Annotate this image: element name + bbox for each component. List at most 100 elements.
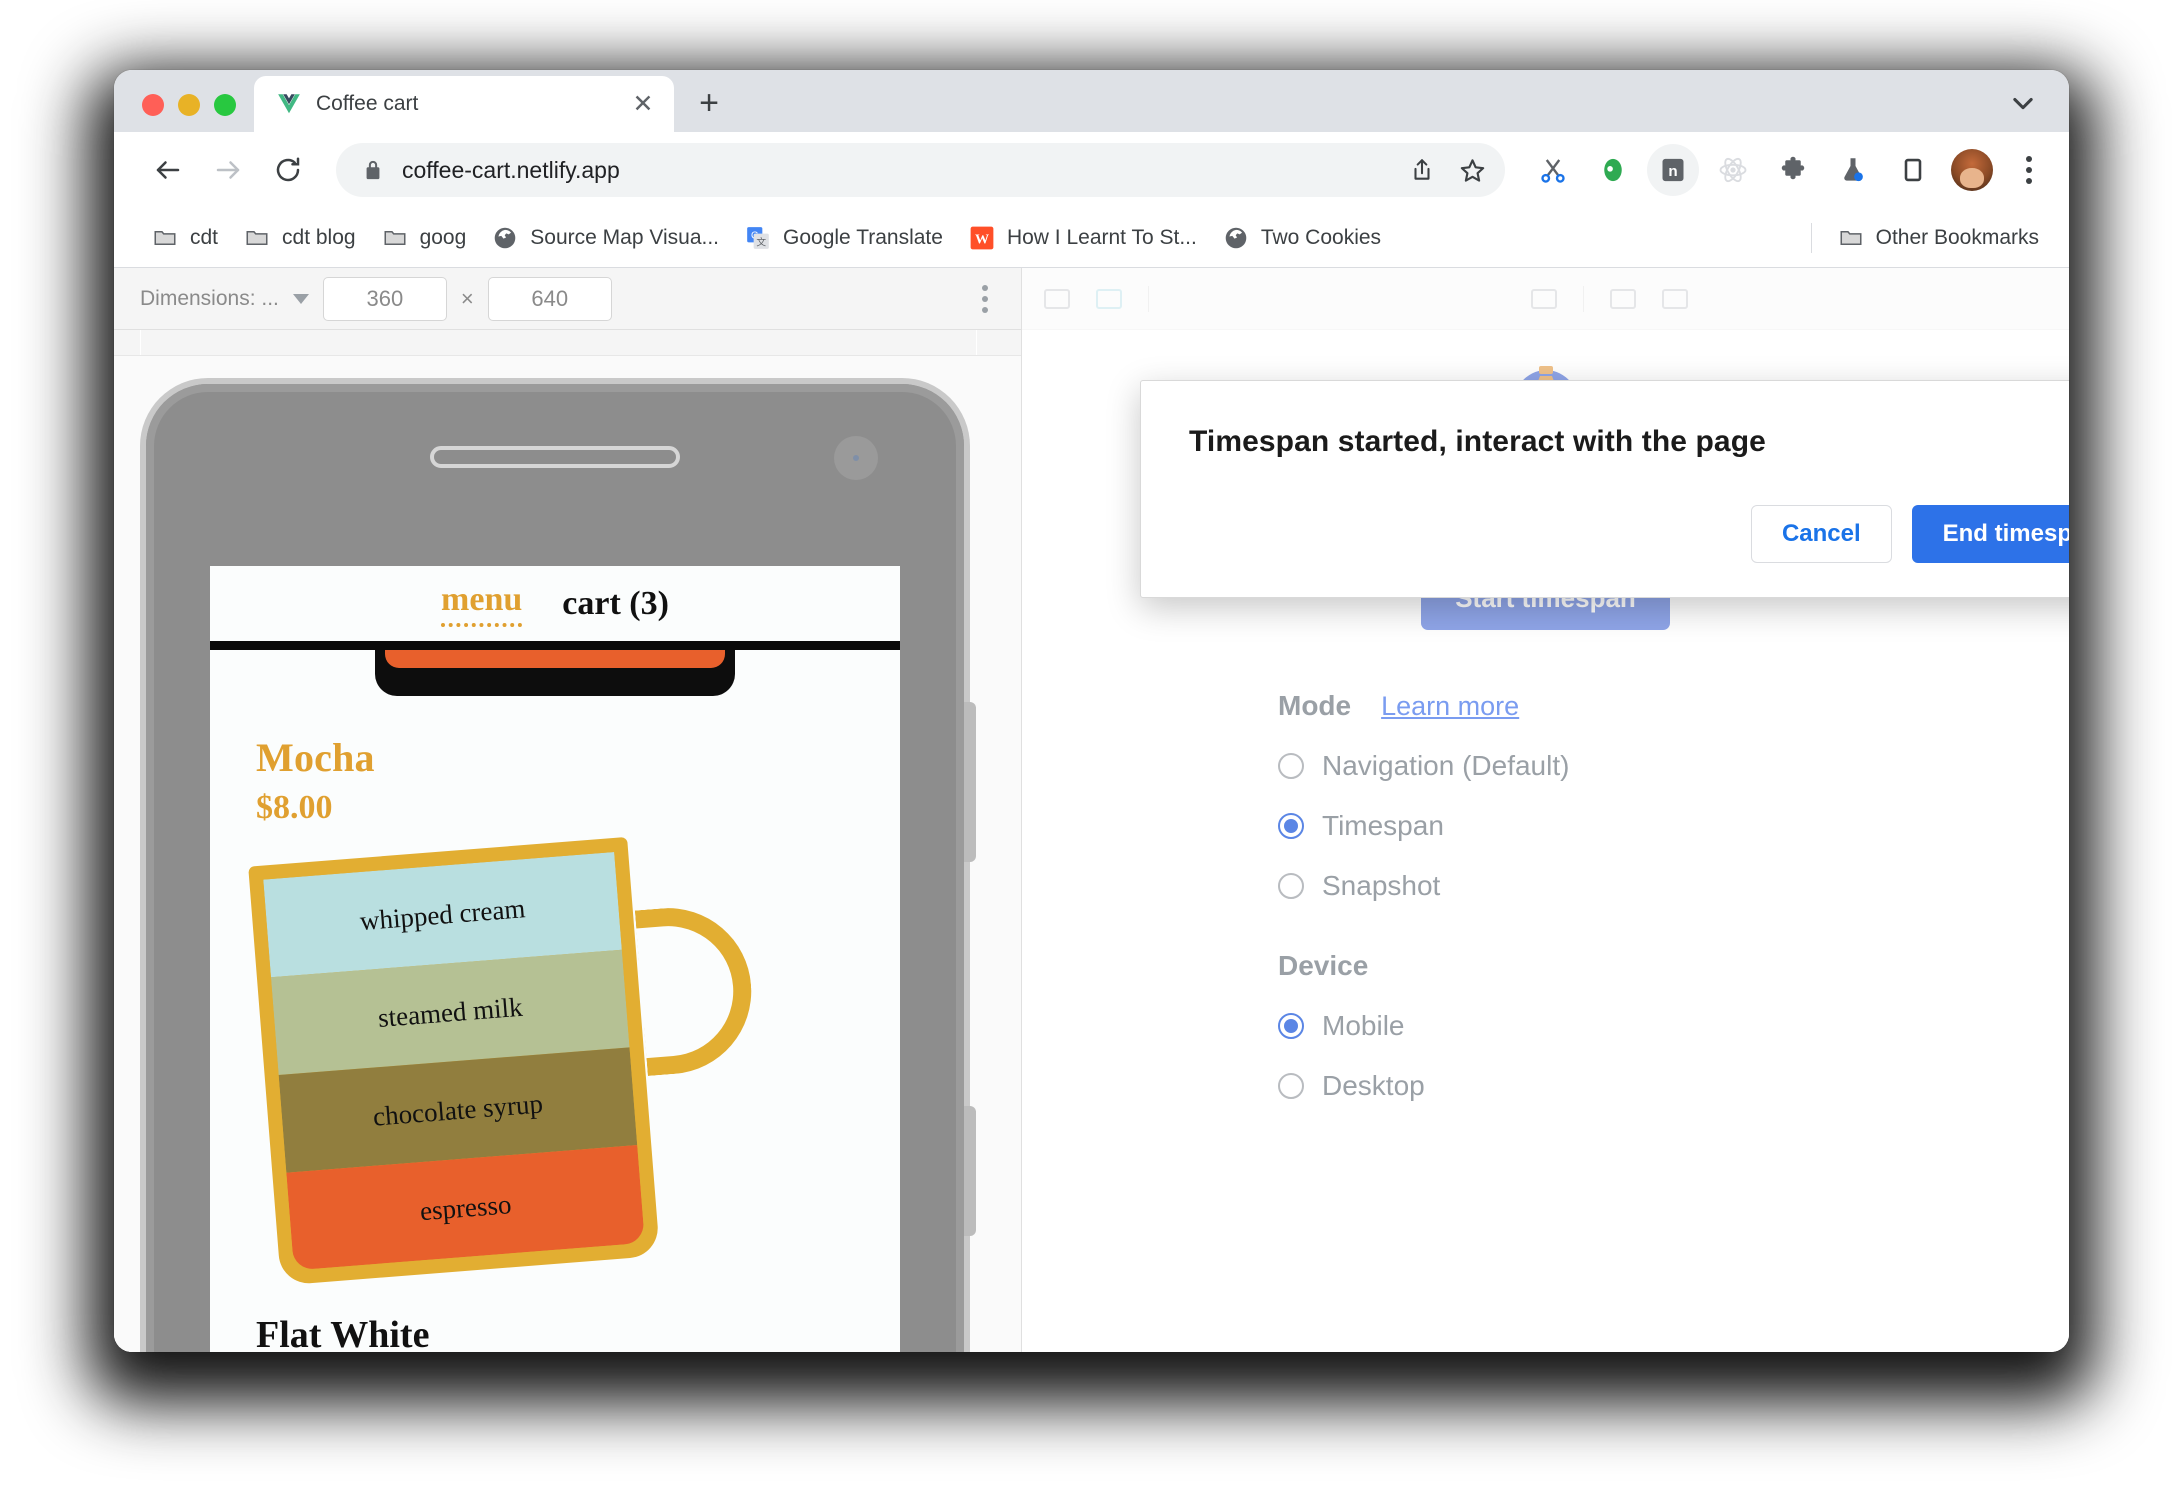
cup-body: whipped cream steamed milk chocolate syr… [248, 836, 660, 1286]
app-nav-menu-link[interactable]: menu [441, 581, 523, 627]
google-translate-icon: G 文 [745, 225, 771, 251]
radio-icon-selected[interactable] [1278, 813, 1304, 839]
window-controls [114, 94, 254, 132]
dimensions-label: Dimensions: ... [140, 286, 279, 310]
mode-option-label: Navigation (Default) [1322, 750, 1570, 781]
minimize-window-button[interactable] [178, 94, 200, 116]
zoom-window-button[interactable] [214, 94, 236, 116]
bookmarks-bar: cdt cdt blog goog Source Map Visua... 文 … [114, 208, 2069, 268]
mocha-cup-graphic[interactable]: whipped cream steamed milk chocolate syr… [248, 833, 758, 1286]
bookmark-cdt[interactable]: cdt [140, 219, 230, 257]
mode-option-timespan[interactable]: Timespan [1278, 796, 2069, 856]
product-name: Mocha [256, 735, 375, 780]
folder-icon [382, 225, 408, 251]
star-icon[interactable] [1447, 145, 1497, 195]
devtools-toolbar [1022, 268, 2069, 330]
bookmark-two-cookies[interactable]: Two Cookies [1211, 219, 1393, 257]
bookmark-source-map-visualizer[interactable]: Source Map Visua... [480, 219, 731, 257]
device-option-label: Desktop [1322, 1070, 1425, 1101]
dimensions-select[interactable]: Dimensions: ... [140, 287, 309, 311]
tab-title: Coffee cart [316, 92, 419, 115]
viewport-height-input[interactable]: 640 [487, 276, 612, 321]
reload-icon[interactable] [260, 142, 316, 198]
phone-power-button [964, 1106, 976, 1236]
mode-option-navigation[interactable]: Navigation (Default) [1278, 736, 2069, 796]
cup-layers: whipped cream steamed milk chocolate syr… [263, 851, 645, 1271]
bookmark-label: Source Map Visua... [530, 225, 720, 249]
bookmarks-divider [1810, 222, 1812, 253]
profile-avatar[interactable] [1951, 149, 1993, 191]
mode-learn-more-link[interactable]: Learn more [1381, 691, 1519, 722]
svg-text:W: W [975, 231, 989, 247]
bookmark-cdt-blog[interactable]: cdt blog [232, 219, 368, 257]
dimension-separator: × [460, 285, 474, 311]
device-option-desktop[interactable]: Desktop [1278, 1056, 2069, 1116]
bookmark-label: Other Bookmarks [1875, 225, 2039, 249]
mode-label: Mode [1278, 690, 1352, 721]
more-tools-icon[interactable] [1662, 288, 1688, 309]
toolbar-divider [1583, 285, 1584, 312]
devtools-tabs[interactable] [1175, 289, 1505, 309]
address-bar[interactable]: coffee-cart.netlify.app [336, 143, 1505, 197]
emulated-page: menu cart (3) Mocha $8.00 whipped cream … [210, 566, 900, 1352]
radio-icon[interactable] [1278, 753, 1304, 779]
cup-illustration-partial [375, 650, 735, 696]
notion-extension-icon[interactable]: n [1647, 144, 1699, 196]
device-option-mobile[interactable]: Mobile [1278, 996, 2069, 1056]
device-toolbar: Dimensions: ... 360 × 640 [114, 268, 1021, 330]
lighthouse-settings: Mode Learn more Navigation (Default) Tim… [1022, 690, 2069, 1116]
forward-arrow-icon[interactable] [200, 142, 256, 198]
phone-frame: menu cart (3) Mocha $8.00 whipped cream … [146, 384, 976, 1352]
chevron-down-icon[interactable] [1995, 76, 2051, 130]
caret-down-icon [292, 293, 309, 304]
inspect-element-icon[interactable] [1044, 288, 1070, 309]
flask-lab-extension-icon[interactable] [1827, 144, 1879, 196]
bookmark-how-i-learnt-to-st[interactable]: W How I Learnt To St... [957, 219, 1209, 257]
radio-icon[interactable] [1278, 873, 1304, 899]
end-timespan-button[interactable]: End timespan [1911, 505, 2069, 563]
new-tab-button[interactable]: + [682, 76, 736, 130]
tab-coffee-cart[interactable]: Coffee cart ✕ [254, 76, 674, 132]
browser-window: Coffee cart ✕ + coffee-cart.netlify.app … [114, 70, 2069, 1352]
bookmark-google-translate[interactable]: G 文 Google Translate [733, 219, 955, 257]
side-panel-icon[interactable] [1887, 144, 1939, 196]
radio-icon[interactable] [1278, 1073, 1304, 1099]
kebab-menu-icon[interactable] [2007, 144, 2051, 196]
bookmark-label: cdt [190, 225, 219, 249]
svg-text:n: n [1668, 163, 1677, 180]
settings-icon[interactable] [1531, 288, 1557, 309]
device-label: Device [1278, 950, 1369, 981]
back-arrow-icon[interactable] [140, 142, 196, 198]
bookmark-label: How I Learnt To St... [1006, 225, 1197, 249]
device-toolbar-menu-icon[interactable] [963, 273, 1007, 325]
bookmark-label: goog [419, 225, 467, 249]
dialog-title: Timespan started, interact with the page [1189, 425, 1766, 458]
share-icon[interactable] [1397, 145, 1447, 195]
mode-option-label: Snapshot [1322, 870, 1441, 901]
globe-icon [492, 225, 518, 251]
url-text: coffee-cart.netlify.app [402, 156, 620, 183]
vue-logo-icon [276, 91, 302, 117]
device-option-label: Mobile [1322, 1010, 1405, 1041]
app-nav-cart-link[interactable]: cart (3) [562, 585, 669, 623]
phone-camera-icon [834, 436, 878, 480]
device-toggle-icon[interactable] [1096, 288, 1122, 309]
scissors-extension-icon[interactable] [1527, 144, 1579, 196]
green-leaf-extension-icon[interactable] [1587, 144, 1639, 196]
mode-option-snapshot[interactable]: Snapshot [1278, 856, 2069, 916]
bookmark-goog[interactable]: goog [370, 219, 479, 257]
react-devtools-extension-icon[interactable] [1707, 144, 1759, 196]
puzzle-extensions-icon[interactable] [1767, 144, 1819, 196]
dock-icon[interactable] [1610, 288, 1636, 309]
cancel-button[interactable]: Cancel [1750, 505, 1892, 563]
bookmark-other-bookmarks[interactable]: Other Bookmarks [1826, 219, 2051, 257]
bookmark-label: Two Cookies [1260, 225, 1382, 249]
lock-icon [362, 159, 384, 181]
viewport-width-input[interactable]: 360 [322, 276, 447, 321]
phone-volume-button [964, 702, 976, 862]
close-window-button[interactable] [142, 94, 164, 116]
radio-icon-selected[interactable] [1278, 1013, 1304, 1039]
product-name-next: Flat White [256, 1314, 430, 1352]
close-icon[interactable]: ✕ [626, 87, 660, 121]
mode-group-header: Mode Learn more [1278, 690, 2069, 722]
